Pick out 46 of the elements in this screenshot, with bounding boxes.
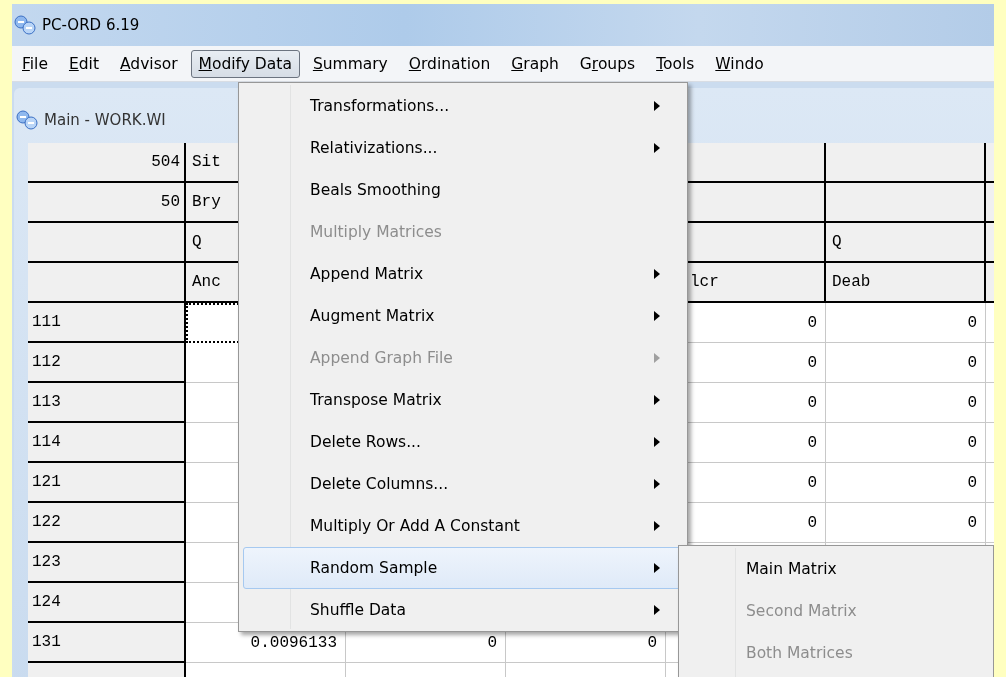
submenu-arrow-icon [654,395,660,405]
row-header-cell[interactable]: 131 [28,623,186,663]
submenu-arrow-icon [654,479,660,489]
header-cell: Deab [826,263,986,303]
menu-item[interactable]: Ordination [400,49,499,78]
submenu-arrow-icon [654,437,660,447]
menu-item[interactable]: Edit [60,49,107,78]
submenu-arrow-icon [654,101,660,111]
menu-item[interactable]: File [14,49,56,78]
table-cell[interactable]: 0 [826,463,986,503]
submenu-arrow-icon [654,311,660,321]
row-header-cell[interactable]: 113 [28,383,186,423]
submenu-arrow-icon [654,143,660,153]
document-icon [16,109,38,130]
row-header-cell[interactable]: 112 [28,343,186,383]
document-title: Main - WORK.WI [44,110,166,129]
row-header-cell[interactable]: 123 [28,543,186,583]
row-header-cell[interactable]: 111 [28,303,186,343]
menu-item[interactable]: Groups [571,49,644,78]
table-cell[interactable]: 0 [826,303,986,343]
table-cell[interactable]: 0 [826,423,986,463]
table-cell[interactable]: 0 [826,503,986,543]
submenu-arrow-icon [654,605,660,615]
menu-item[interactable]: Transformations... [243,85,683,127]
row-header-cell[interactable]: 114 [28,423,186,463]
header-cell: 50 [28,183,186,223]
app-icon [14,15,36,35]
table-cell[interactable]: 0 [826,383,986,423]
row-header-cell[interactable]: 124 [28,583,186,623]
menu-item[interactable]: Graph [503,49,567,78]
table-cell[interactable]: 0 [826,343,986,383]
submenu-arrow-icon [654,563,660,573]
submenu-arrow-icon [654,353,660,363]
header-cell: Q [826,223,986,263]
window-title: PC-ORD 6.19 [42,16,140,34]
menu-item[interactable]: Advisor [112,49,186,78]
submenu-arrow-icon [654,269,660,279]
submenu-arrow-icon [654,521,660,531]
menu-item[interactable]: Modify Data [190,49,300,78]
row-header-cell[interactable]: 122 [28,503,186,543]
menu-item[interactable]: Summary [304,49,396,78]
menu-item[interactable]: Tools [648,49,703,78]
header-cell: 504 [28,143,186,183]
menu-item[interactable]: Main Matrix [683,548,989,590]
menu-item[interactable]: Windo [707,49,772,78]
row-header-cell[interactable]: 121 [28,463,186,503]
